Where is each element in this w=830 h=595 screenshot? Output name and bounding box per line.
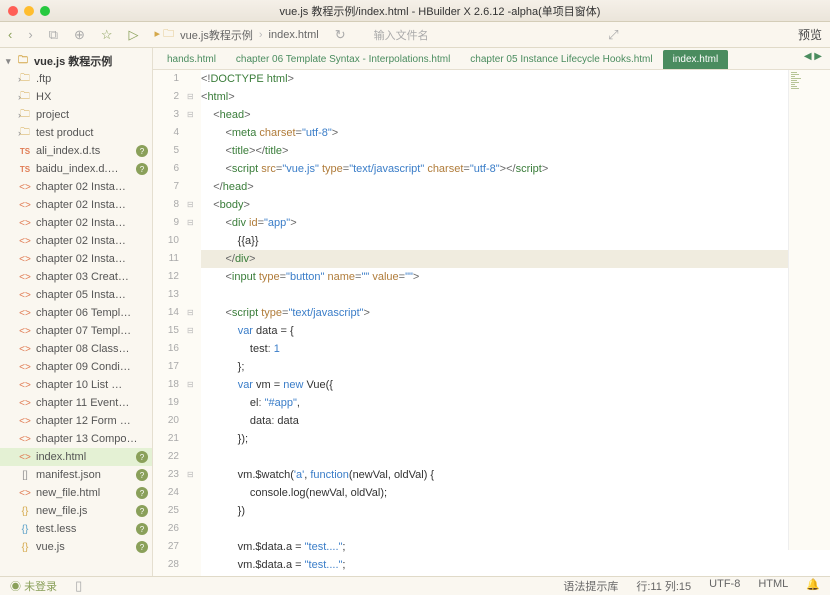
file-item[interactable]: <>chapter 09 Condi…: [0, 358, 152, 376]
folder-item[interactable]: ›🗀.ftp: [0, 70, 152, 88]
file-item[interactable]: []manifest.json?: [0, 466, 152, 484]
maximize-panel-icon[interactable]: ⤢: [608, 27, 618, 43]
file-item[interactable]: {}new_file.js?: [0, 502, 152, 520]
close-icon[interactable]: [8, 6, 18, 16]
bell-icon[interactable]: 🔔: [806, 578, 820, 594]
file-item[interactable]: <>chapter 10 List …: [0, 376, 152, 394]
encoding[interactable]: UTF-8: [709, 578, 740, 594]
login-status[interactable]: ◉ 未登录: [10, 578, 57, 594]
editor-tab[interactable]: chapter 06 Template Syntax - Interpolati…: [226, 50, 460, 69]
file-item[interactable]: <>chapter 02 Insta…: [0, 196, 152, 214]
code-view[interactable]: 1234567891011121314151617181920212223242…: [153, 70, 830, 576]
window-controls: [8, 6, 50, 16]
editor-tab[interactable]: chapter 05 Instance Lifecycle Hooks.html: [460, 50, 662, 69]
file-item[interactable]: <>chapter 05 Insta…: [0, 286, 152, 304]
file-item[interactable]: <>chapter 02 Insta…: [0, 232, 152, 250]
copy-icon[interactable]: ⧉: [49, 27, 58, 43]
file-item[interactable]: <>new_file.html?: [0, 484, 152, 502]
tab-scroll-icon[interactable]: ◀ ▶: [800, 51, 826, 62]
toolbar: ‹ › ⧉ ⊕ ☆ ▷ ▸ 🗀 vue.js教程示例 › index.html …: [0, 22, 830, 48]
back-icon[interactable]: ‹: [8, 27, 12, 42]
forward-icon[interactable]: ›: [28, 27, 32, 42]
file-item[interactable]: <>chapter 11 Event…: [0, 394, 152, 412]
editor-area: hands.htmlchapter 06 Template Syntax - I…: [153, 48, 830, 576]
language-mode[interactable]: HTML: [758, 578, 788, 594]
titlebar: vue.js 教程示例/index.html - HBuilder X 2.6.…: [0, 0, 830, 22]
file-explorer: ▾🗀vue.js 教程示例 ›🗀.ftp›🗀HX›🗀project›🗀test …: [0, 48, 153, 576]
folder-item[interactable]: ›🗀test product: [0, 124, 152, 142]
file-item[interactable]: <>chapter 03 Creat…: [0, 268, 152, 286]
file-item[interactable]: TSali_index.d.ts?: [0, 142, 152, 160]
breadcrumb: ▸ 🗀 vue.js教程示例 › index.html: [155, 25, 319, 44]
folder-item[interactable]: ›🗀project: [0, 106, 152, 124]
project-root[interactable]: ▾🗀vue.js 教程示例: [0, 52, 152, 70]
preview-button[interactable]: 预览: [798, 26, 822, 43]
chevron-right-icon: ›: [259, 29, 263, 41]
minimap[interactable]: ▬▬▬▬▬▬▬▬▬▬▬▬▬▬▬▬▬▬▬▬▬▬▬▬▬▬▬▬▬▬: [788, 70, 830, 550]
file-item[interactable]: <>chapter 07 Templ…: [0, 322, 152, 340]
folder-item[interactable]: ›🗀HX: [0, 88, 152, 106]
minimize-icon[interactable]: [24, 6, 34, 16]
file-item[interactable]: {}vue.js?: [0, 538, 152, 556]
terminal-icon[interactable]: ▯: [75, 578, 82, 594]
file-item[interactable]: <>chapter 02 Insta…: [0, 250, 152, 268]
file-item[interactable]: <>chapter 08 Class…: [0, 340, 152, 358]
file-item[interactable]: <>chapter 02 Insta…: [0, 178, 152, 196]
folder-icon: ▸ 🗀: [155, 25, 175, 44]
maximize-icon[interactable]: [40, 6, 50, 16]
crumb-project[interactable]: vue.js教程示例: [180, 27, 253, 43]
star-icon[interactable]: ☆: [101, 27, 113, 43]
file-item[interactable]: <>index.html?: [0, 448, 152, 466]
file-item[interactable]: <>chapter 06 Templ…: [0, 304, 152, 322]
refresh-icon[interactable]: ↻: [335, 27, 346, 43]
file-item[interactable]: <>chapter 02 Insta…: [0, 214, 152, 232]
editor-tabs: hands.htmlchapter 06 Template Syntax - I…: [153, 48, 830, 70]
editor-tab[interactable]: hands.html: [157, 50, 226, 69]
file-item[interactable]: <>chapter 13 Compo…: [0, 430, 152, 448]
file-item[interactable]: {}test.less?: [0, 520, 152, 538]
editor-tab[interactable]: index.html: [663, 50, 729, 69]
crosshair-icon[interactable]: ⊕: [74, 27, 85, 43]
file-item[interactable]: <>chapter 12 Form …: [0, 412, 152, 430]
cursor-position: 行:11 列:15: [636, 578, 691, 594]
file-search-input[interactable]: 输入文件名: [374, 27, 429, 43]
window-title: vue.js 教程示例/index.html - HBuilder X 2.6.…: [50, 3, 830, 19]
file-item[interactable]: TSbaidu_index.d.…?: [0, 160, 152, 178]
run-icon[interactable]: ▷: [129, 27, 139, 43]
crumb-file[interactable]: index.html: [269, 29, 319, 41]
syntax-hint[interactable]: 语法提示库: [563, 578, 618, 594]
status-bar: ◉ 未登录 ▯ 语法提示库 行:11 列:15 UTF-8 HTML 🔔: [0, 576, 830, 595]
